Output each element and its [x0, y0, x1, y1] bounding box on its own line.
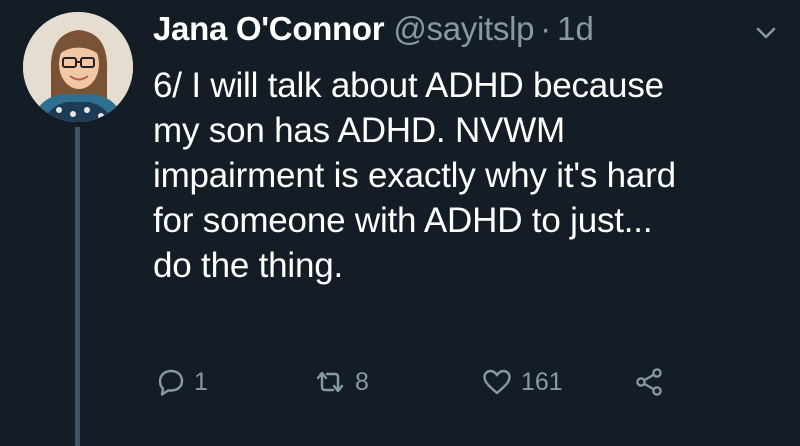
reply-icon — [158, 369, 184, 396]
share-icon — [636, 368, 662, 396]
tweet-text-line: my son has ADHD. NVWM — [153, 111, 565, 150]
reply-button[interactable]: 1 — [156, 365, 208, 399]
retweet-button[interactable]: 8 — [313, 365, 369, 399]
share-button[interactable] — [633, 365, 665, 399]
like-count: 161 — [521, 367, 563, 396]
chevron-down-icon[interactable] — [755, 26, 777, 40]
author-handle[interactable]: @sayitslp — [393, 10, 534, 48]
retweet-icon — [316, 371, 344, 393]
avatar[interactable] — [23, 12, 133, 122]
header-separator: · — [540, 10, 552, 47]
like-button[interactable]: 161 — [481, 365, 563, 399]
reply-count: 1 — [194, 367, 208, 396]
avatar-image — [23, 12, 133, 122]
tweet-text-line: 6/ I will talk about ADHD because — [153, 66, 664, 105]
thread-line — [75, 127, 80, 446]
heart-icon — [483, 369, 511, 395]
tweet-header: Jana O'Connor @sayitslp · 1d — [153, 10, 594, 54]
tweet-text: 6/ I will talk about ADHD because my son… — [153, 63, 773, 288]
tweet-text-line: for someone with ADHD to just... — [153, 201, 653, 240]
tweet-text-line: do the thing. — [153, 246, 344, 285]
retweet-count: 8 — [355, 367, 369, 396]
tweet[interactable]: Jana O'Connor @sayitslp · 1d 6/ I will t… — [0, 0, 800, 446]
tweet-timestamp[interactable]: 1d — [557, 10, 594, 48]
tweet-actions: 1 8 161 — [153, 365, 713, 399]
tweet-text-line: impairment is exactly why it's hard — [153, 156, 676, 195]
author-name[interactable]: Jana O'Connor — [153, 10, 385, 48]
